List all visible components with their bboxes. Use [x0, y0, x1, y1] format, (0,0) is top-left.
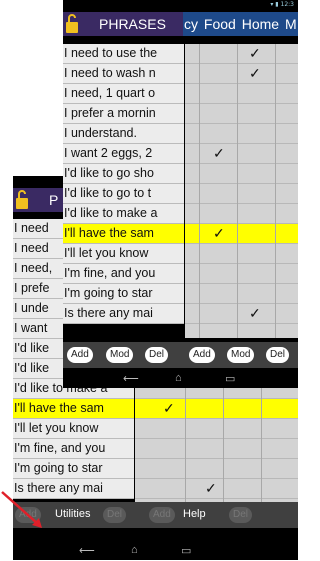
del-phrase-button[interactable]: Del	[145, 347, 169, 363]
mod-phrase-button[interactable]: Mod	[106, 347, 134, 363]
add-category-button[interactable]: Add	[189, 347, 215, 363]
check-icon[interactable]: ✓	[249, 305, 261, 322]
grid-row[interactable]	[185, 144, 298, 164]
phrase-row[interactable]: I prefer a mornin	[63, 104, 184, 124]
home-icon[interactable]: ⌂	[131, 544, 138, 556]
utilities-menu-item[interactable]: Utilities	[55, 508, 90, 520]
phrase-row[interactable]: I want 2 eggs, 2	[63, 144, 184, 164]
phrase-row[interactable]: I'm fine, and you	[13, 439, 134, 459]
grid-column-divider	[275, 44, 276, 338]
lock-icon[interactable]	[65, 14, 79, 34]
back-button-bar: Add Del Add Del Utilities Help	[13, 502, 298, 528]
grid-row[interactable]	[135, 399, 298, 419]
category-header: cy Food Home M	[183, 12, 298, 36]
category-header-m[interactable]: M	[284, 16, 298, 32]
phrase-row[interactable]: I'm fine, and you	[63, 264, 184, 284]
grid-row[interactable]	[185, 304, 298, 324]
back-arrow-icon[interactable]: ⟵	[79, 544, 95, 557]
phrase-row[interactable]: I need to use the	[63, 44, 184, 64]
add-phrase-button[interactable]: Add	[67, 347, 93, 363]
phrase-row[interactable]: I'll let you know	[13, 419, 134, 439]
grid-row[interactable]	[185, 184, 298, 204]
lock-icon[interactable]	[15, 190, 29, 210]
grid-row[interactable]	[185, 284, 298, 304]
phrase-row[interactable]: I'm going to star	[13, 459, 134, 479]
status-icons: ▾ ▮ 12:3	[270, 1, 294, 8]
front-title-bar: PHRASES cy Food Home M	[63, 12, 298, 36]
grid-row[interactable]	[135, 419, 298, 439]
grid-row[interactable]	[185, 104, 298, 124]
grid-row[interactable]	[185, 164, 298, 184]
front-screen: ▾ ▮ 12:3 PHRASES cy Food Home M I need t…	[63, 0, 298, 388]
check-icon[interactable]: ✓	[249, 45, 261, 62]
recents-icon[interactable]: ▭	[225, 372, 235, 385]
category-header-home[interactable]: Home	[241, 16, 280, 32]
grid-row[interactable]	[185, 64, 298, 84]
front-button-bar: Add Mod Del Add Mod Del	[63, 342, 298, 368]
back-del-button-2[interactable]: Del	[229, 507, 253, 523]
check-icon[interactable]: ✓	[213, 145, 225, 162]
phrase-row[interactable]: Is there any mai	[63, 304, 184, 324]
phrase-row[interactable]: I'll have the sam	[63, 224, 184, 244]
back-arrow-icon[interactable]: ⟵	[123, 372, 139, 385]
phrase-row[interactable]: I need to wash n	[63, 64, 184, 84]
category-grid: ✓ ✓ ✓ ✓ ✓	[185, 44, 298, 338]
phrase-row[interactable]: I'll have the sam	[13, 399, 134, 419]
grid-row[interactable]	[185, 124, 298, 144]
help-menu-item[interactable]: Help	[183, 508, 206, 520]
grid-row[interactable]	[185, 244, 298, 264]
grid-row[interactable]	[135, 459, 298, 479]
category-header-partial[interactable]: cy	[183, 16, 199, 32]
category-header-food[interactable]: Food	[203, 16, 237, 32]
phrase-row[interactable]: I'll let you know	[63, 244, 184, 264]
grid-row[interactable]	[185, 44, 298, 64]
grid-row[interactable]	[135, 439, 298, 459]
check-icon[interactable]: ✓	[213, 225, 225, 242]
grid-row[interactable]	[185, 264, 298, 284]
back-add-button-2[interactable]: Add	[149, 507, 175, 523]
check-icon[interactable]: ✓	[205, 480, 217, 497]
check-icon[interactable]: ✓	[249, 65, 261, 82]
back-nav-bar: ⟵ ⌂ ▭	[13, 542, 298, 560]
front-status-bar: ▾ ▮ 12:3	[63, 0, 298, 12]
phrase-row[interactable]: I need, 1 quart o	[63, 84, 184, 104]
grid-row[interactable]	[185, 204, 298, 224]
grid-row[interactable]	[185, 84, 298, 104]
grid-column-divider	[199, 44, 200, 338]
phrase-row[interactable]: I'd like to go to t	[63, 184, 184, 204]
del-category-button[interactable]: Del	[266, 347, 290, 363]
page-title: PHRASES	[99, 16, 166, 32]
phrase-row[interactable]: I'd like to make a	[63, 204, 184, 224]
phrase-row[interactable]: I'm going to star	[63, 284, 184, 304]
back-page-title: P	[49, 192, 59, 208]
grid-column-divider	[237, 44, 238, 338]
grid-row[interactable]	[185, 224, 298, 244]
phrase-list: I need to use the I need to wash nI need,…	[63, 44, 184, 324]
red-arrow-icon	[1, 491, 42, 528]
back-del-button[interactable]: Del	[103, 507, 127, 523]
phrase-row[interactable]: I understand.	[63, 124, 184, 144]
recents-icon[interactable]: ▭	[181, 544, 191, 557]
phrase-row[interactable]: I'd like to go sho	[63, 164, 184, 184]
front-nav-bar: ⟵ ⌂ ▭	[63, 370, 298, 388]
home-icon[interactable]: ⌂	[175, 372, 182, 384]
check-icon[interactable]: ✓	[163, 400, 175, 417]
mod-category-button[interactable]: Mod	[227, 347, 255, 363]
